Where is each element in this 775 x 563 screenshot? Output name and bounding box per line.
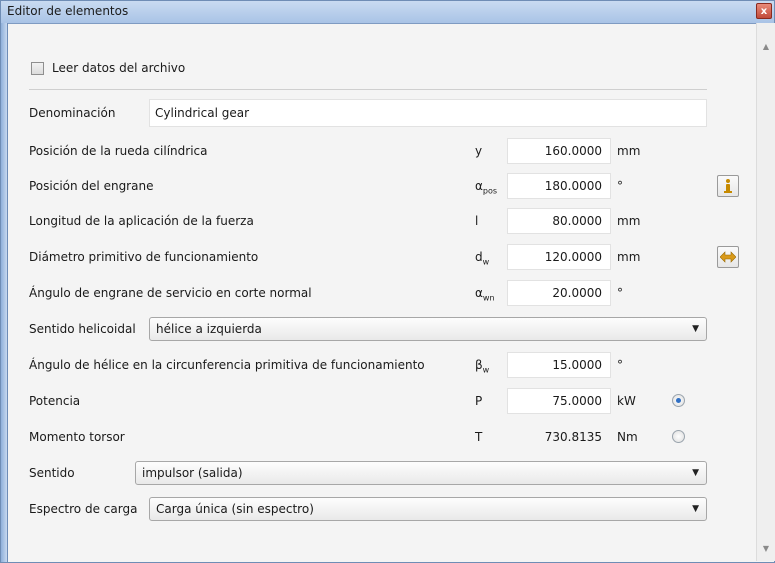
param-label: Posición del engrane — [29, 179, 154, 193]
power-unit: kW — [617, 394, 636, 408]
torque-label: Momento torsor — [29, 430, 125, 444]
param-value-input[interactable]: 180.0000 — [507, 173, 611, 199]
param-label: Ángulo de engrane de servicio en corte n… — [29, 286, 312, 300]
param-symbol: αwn — [475, 286, 495, 303]
power-row: Potencia P 75.0000 kW — [11, 387, 752, 415]
load-spectrum-row: Espectro de carga Carga única (sin espec… — [11, 495, 752, 523]
helix-direction-label: Sentido helicoidal — [29, 322, 136, 336]
info-icon[interactable] — [717, 175, 739, 197]
param-row: Posición del engrane αpos 180.0000 ° — [11, 172, 752, 200]
helix-angle-label: Ángulo de hélice en la circunferencia pr… — [29, 358, 425, 372]
load-spectrum-value: Carga única (sin espectro) — [156, 502, 314, 516]
title-bar: Editor de elementos x — [1, 1, 774, 24]
param-row: Longitud de la aplicación de la fuerza l… — [11, 207, 752, 235]
swap-arrows-icon[interactable] — [717, 246, 739, 268]
param-symbol: l — [475, 214, 479, 228]
helix-direction-row: Sentido helicoidal hélice a izquierda ▼ — [11, 315, 752, 343]
sentido-row: Sentido impulsor (salida) ▼ — [11, 459, 752, 487]
param-label: Posición de la rueda cilíndrica — [29, 144, 208, 158]
separator — [29, 89, 707, 90]
editor-window: Editor de elementos x ▲ ▼ Leer datos del… — [0, 0, 775, 563]
torque-value: 730.8135 — [507, 424, 611, 450]
read-file-label: Leer datos del archivo — [52, 61, 186, 75]
power-input[interactable]: 75.0000 — [507, 388, 611, 414]
scroll-down-icon[interactable]: ▼ — [760, 543, 772, 555]
torque-row: Momento torsor T 730.8135 Nm — [11, 423, 752, 451]
param-unit: mm — [617, 214, 641, 228]
torque-unit: Nm — [617, 430, 638, 444]
param-value-input[interactable]: 80.0000 — [507, 208, 611, 234]
param-value-input[interactable]: 20.0000 — [507, 280, 611, 306]
chevron-down-icon: ▼ — [692, 324, 699, 334]
window-title: Editor de elementos — [7, 4, 129, 18]
param-symbol: αpos — [475, 179, 498, 196]
close-button[interactable]: x — [756, 3, 772, 19]
sentido-select[interactable]: impulsor (salida) ▼ — [135, 461, 707, 485]
load-spectrum-select[interactable]: Carga única (sin espectro) ▼ — [149, 497, 707, 521]
param-unit: ° — [617, 179, 623, 193]
sentido-value: impulsor (salida) — [142, 466, 243, 480]
param-row: Ángulo de engrane de servicio en corte n… — [11, 279, 752, 307]
sentido-label: Sentido — [29, 466, 75, 480]
power-label: Potencia — [29, 394, 81, 408]
helix-angle-input[interactable]: 15.0000 — [507, 352, 611, 378]
scroll-up-icon[interactable]: ▲ — [760, 41, 772, 53]
element-editor-panel: Leer datos del archivo Denominación Cyli… — [11, 33, 752, 557]
param-value-input[interactable]: 120.0000 — [507, 244, 611, 270]
param-row: Posición de la rueda cilíndrica y 160.00… — [11, 137, 752, 165]
param-unit: mm — [617, 250, 641, 264]
helix-direction-select[interactable]: hélice a izquierda ▼ — [149, 317, 707, 341]
denominacion-row: Denominación Cylindrical gear — [11, 99, 752, 127]
helix-angle-symbol: βw — [475, 358, 490, 375]
torque-radio[interactable] — [672, 430, 685, 443]
vertical-scrollbar[interactable]: ▲ ▼ — [756, 23, 775, 561]
torque-symbol: T — [475, 430, 483, 444]
param-unit: ° — [617, 286, 623, 300]
param-row: Diámetro primitivo de funcionamiento dw … — [11, 243, 752, 271]
param-symbol: y — [475, 144, 483, 158]
helix-angle-unit: ° — [617, 358, 623, 372]
param-label: Longitud de la aplicación de la fuerza — [29, 214, 254, 228]
param-value-input[interactable]: 160.0000 — [507, 138, 611, 164]
chevron-down-icon: ▼ — [692, 468, 699, 478]
param-label: Diámetro primitivo de funcionamiento — [29, 250, 259, 264]
param-symbol: dw — [475, 250, 490, 267]
window-left-border — [1, 23, 8, 562]
denominacion-label: Denominación — [29, 106, 116, 120]
read-file-checkbox[interactable] — [31, 62, 44, 75]
power-radio[interactable] — [672, 394, 685, 407]
helix-direction-value: hélice a izquierda — [156, 322, 262, 336]
helix-angle-row: Ángulo de hélice en la circunferencia pr… — [11, 351, 752, 379]
chevron-down-icon: ▼ — [692, 504, 699, 514]
denominacion-input[interactable]: Cylindrical gear — [149, 99, 707, 127]
param-unit: mm — [617, 144, 641, 158]
power-symbol: P — [475, 394, 483, 408]
load-spectrum-label: Espectro de carga — [29, 502, 138, 516]
